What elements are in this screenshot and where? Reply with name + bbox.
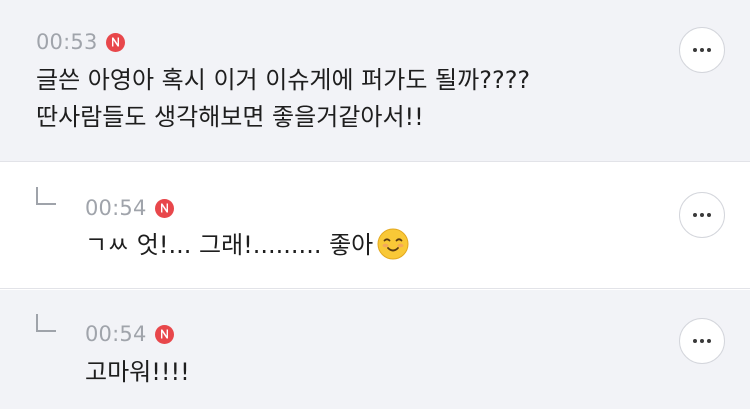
comment-meta: 00:54 [85,322,174,346]
dot-icon [700,339,704,343]
dot-icon [693,48,697,52]
smiling-face-icon [377,228,409,260]
more-options-button[interactable] [679,318,725,364]
reply-arrow-icon [36,314,56,332]
new-badge-icon [154,324,174,344]
comment-text: 글쓴 아영아 혹시 이거 이슈게에 퍼가도 될까???? 딴사람들도 생각해보면… [36,62,530,136]
dot-icon [707,48,711,52]
comment-line: 글쓴 아영아 혹시 이거 이슈게에 퍼가도 될까???? [36,66,531,94]
comment-line: 딴사람들도 생각해보면 좋을거같아서!! [36,103,424,131]
comment-time: 00:53 [36,30,98,54]
new-badge-icon [154,198,174,218]
new-badge-icon [105,32,125,52]
more-options-button[interactable] [679,27,725,73]
comment-text: 고마워!!!! [85,358,190,386]
dot-icon [693,339,697,343]
dot-icon [700,48,704,52]
comment-text-content: ㄱㅆ 엇!... 그래!......... 좋아 [85,231,374,259]
reply-arrow-icon [36,187,56,205]
comment-time: 00:54 [85,322,147,346]
dot-icon [700,213,704,217]
more-options-button[interactable] [679,192,725,238]
comment-text: ㄱㅆ 엇!... 그래!......... 좋아 [85,227,409,264]
comment-item: 00:53 글쓴 아영아 혹시 이거 이슈게에 퍼가도 될까???? 딴사람들도… [0,0,750,162]
reply-comment-item: 00:54 ㄱㅆ 엇!... 그래!......... 좋아 [0,163,750,289]
dot-icon [707,339,711,343]
reply-comment-item: 00:54 고마워!!!! [0,290,750,409]
comment-time: 00:54 [85,196,147,220]
comment-meta: 00:53 [36,30,125,54]
comment-meta: 00:54 [85,196,174,220]
dot-icon [707,213,711,217]
dot-icon [693,213,697,217]
